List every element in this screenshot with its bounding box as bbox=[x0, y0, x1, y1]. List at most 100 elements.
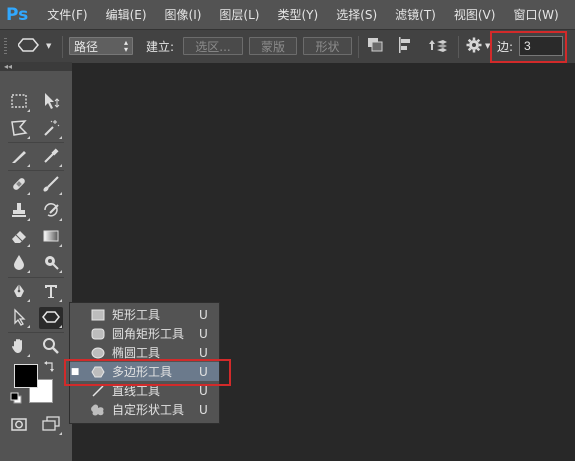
slice-knife-icon bbox=[10, 147, 28, 168]
options-grip bbox=[4, 36, 8, 56]
crop-tool[interactable] bbox=[7, 146, 31, 168]
flyout-item-label: 自定形状工具 bbox=[112, 403, 185, 417]
make-mask-button[interactable]: 蒙版 bbox=[249, 37, 297, 55]
divider bbox=[358, 36, 359, 58]
path-arrangement-icon bbox=[426, 36, 448, 57]
pen-tool[interactable] bbox=[7, 281, 31, 303]
eyedropper-icon bbox=[42, 147, 60, 168]
divider bbox=[458, 36, 459, 58]
highlight-box-polygon-tool bbox=[64, 359, 231, 386]
menu-help[interactable]: 帮助 bbox=[568, 6, 575, 23]
default-colors-button[interactable] bbox=[10, 392, 22, 404]
divider bbox=[8, 170, 64, 171]
screen-mode-button[interactable] bbox=[39, 414, 63, 436]
dodge-tool[interactable] bbox=[39, 252, 63, 274]
menu-edit[interactable]: 编辑(E) bbox=[97, 6, 156, 23]
shortcut-key: U bbox=[199, 402, 208, 417]
make-selection-button[interactable]: 选区... bbox=[183, 37, 243, 55]
photoshop-logo: Ps bbox=[6, 4, 29, 25]
dodge-icon bbox=[42, 253, 60, 274]
tool-mode-value: 路径 bbox=[74, 39, 99, 54]
polygonal-lasso-icon bbox=[10, 119, 28, 140]
tool-mode-select[interactable]: 路径 ▴ ▾ bbox=[69, 37, 133, 55]
shortcut-key: U bbox=[199, 307, 208, 322]
magic-wand-icon bbox=[42, 119, 60, 140]
magnifier-icon bbox=[42, 337, 60, 358]
polygon-icon bbox=[42, 308, 60, 329]
quick-mask-button[interactable] bbox=[7, 414, 31, 436]
menu-file[interactable]: 文件(F) bbox=[38, 6, 96, 23]
divider bbox=[8, 332, 64, 333]
eraser-icon bbox=[10, 227, 28, 248]
path-alignment-button[interactable] bbox=[396, 36, 416, 56]
eyedropper-tool[interactable] bbox=[39, 146, 63, 168]
menu-type[interactable]: 类型(Y) bbox=[268, 6, 327, 23]
eraser-tool[interactable] bbox=[7, 226, 31, 248]
healing-brush-tool[interactable] bbox=[7, 174, 31, 196]
shape-tool[interactable] bbox=[39, 307, 63, 329]
make-shape-button[interactable]: 形状 bbox=[303, 37, 352, 55]
highlight-box-sides bbox=[490, 31, 567, 63]
options-bar: ▼ 路径 ▴ ▾ 建立: 选区... 蒙版 形状 ▼ 边: bbox=[0, 29, 575, 64]
chevron-down-icon: ▼ bbox=[46, 42, 52, 50]
foreground-color-swatch[interactable] bbox=[14, 364, 38, 388]
shortcut-key: U bbox=[199, 326, 208, 341]
zoom-tool[interactable] bbox=[39, 336, 63, 358]
menu-select[interactable]: 选择(S) bbox=[327, 6, 386, 23]
flyout-item-rectangle[interactable]: 矩形工具 U bbox=[70, 305, 219, 324]
path-arrangement-button[interactable] bbox=[426, 36, 448, 56]
drop-icon bbox=[10, 253, 28, 274]
hand-tool[interactable] bbox=[7, 336, 31, 358]
flyout-item-label: 矩形工具 bbox=[112, 308, 161, 322]
swap-colors-button[interactable] bbox=[44, 360, 56, 372]
flyout-item-label: 圆角矩形工具 bbox=[112, 327, 185, 341]
shortcut-key: U bbox=[199, 345, 208, 360]
swap-arrow-icon bbox=[44, 361, 56, 375]
screen-mode-icon bbox=[42, 415, 60, 436]
clone-stamp-tool[interactable] bbox=[7, 200, 31, 222]
tool-preset-picker[interactable]: ▼ bbox=[17, 36, 52, 56]
gear-icon bbox=[466, 37, 482, 56]
path-alignment-icon bbox=[396, 36, 416, 57]
toolbar-collapse-handle[interactable]: ◂◂ bbox=[0, 62, 72, 71]
path-selection-tool[interactable] bbox=[7, 307, 31, 329]
brush-icon bbox=[42, 175, 60, 196]
path-select-arrow-icon bbox=[10, 307, 28, 329]
blur-tool[interactable] bbox=[7, 252, 31, 274]
bandage-icon bbox=[10, 175, 28, 196]
tools-panel: ◂◂ bbox=[0, 62, 72, 461]
magic-wand-tool[interactable] bbox=[39, 118, 63, 140]
menu-view[interactable]: 视图(V) bbox=[445, 6, 505, 23]
polygon-preset-icon bbox=[17, 37, 40, 56]
quick-mask-icon bbox=[10, 415, 28, 436]
rect-marquee-icon bbox=[10, 92, 28, 113]
menu-layer[interactable]: 图层(L) bbox=[210, 6, 268, 23]
flyout-item-rounded-rectangle[interactable]: 圆角矩形工具 U bbox=[70, 324, 219, 343]
default-colors-icon bbox=[10, 392, 22, 407]
menu-window[interactable]: 窗口(W) bbox=[504, 6, 567, 23]
geometry-options-button[interactable]: ▼ bbox=[466, 36, 490, 56]
history-brush-tool[interactable] bbox=[39, 200, 63, 222]
ellipse-icon bbox=[90, 346, 106, 360]
menu-image[interactable]: 图像(I) bbox=[156, 6, 211, 23]
menu-bar: Ps 文件(F) 编辑(E) 图像(I) 图层(L) 类型(Y) 选择(S) 滤… bbox=[0, 0, 575, 29]
path-operations-button[interactable] bbox=[366, 36, 386, 56]
select-arrows-icon: ▴ ▾ bbox=[123, 38, 128, 54]
divider bbox=[8, 142, 64, 143]
flyout-item-custom-shape[interactable]: 自定形状工具 U bbox=[70, 400, 219, 419]
type-tool[interactable] bbox=[39, 281, 63, 303]
brush-tool[interactable] bbox=[39, 174, 63, 196]
stamp-icon bbox=[10, 201, 28, 222]
lasso-tool[interactable] bbox=[7, 118, 31, 140]
gradient-tool[interactable] bbox=[39, 226, 63, 248]
pen-icon bbox=[10, 282, 28, 303]
move-icon bbox=[42, 92, 60, 113]
hand-icon bbox=[10, 337, 28, 358]
menu-filter[interactable]: 滤镜(T) bbox=[386, 6, 445, 23]
move-tool[interactable] bbox=[39, 91, 63, 113]
make-label: 建立: bbox=[146, 39, 175, 54]
divider bbox=[8, 277, 64, 278]
marquee-tool[interactable] bbox=[7, 91, 31, 113]
path-operations-icon bbox=[366, 36, 386, 57]
history-brush-icon bbox=[42, 201, 60, 222]
